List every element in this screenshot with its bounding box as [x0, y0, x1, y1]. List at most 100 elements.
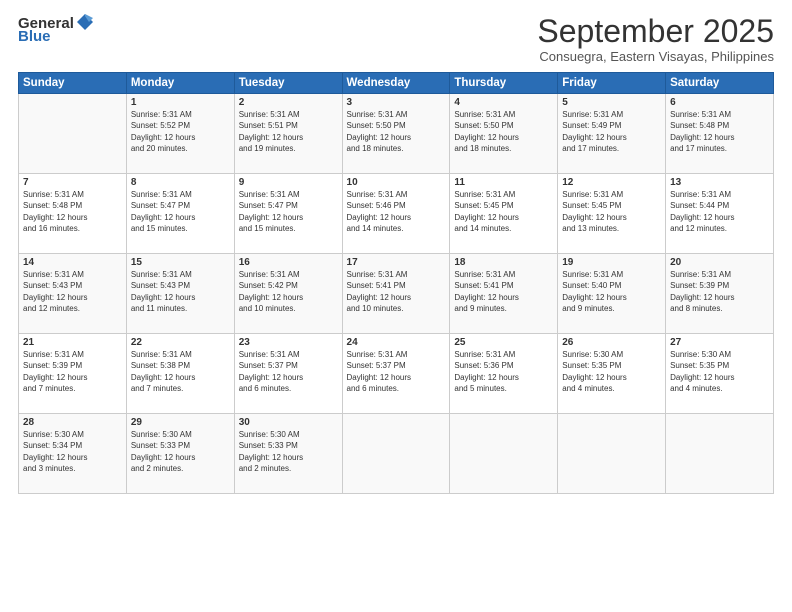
- calendar-cell: 5Sunrise: 5:31 AM Sunset: 5:49 PM Daylig…: [558, 94, 666, 174]
- cell-info: Sunrise: 5:31 AM Sunset: 5:50 PM Dayligh…: [454, 109, 553, 154]
- day-number: 25: [454, 337, 553, 348]
- header: General Blue September 2025 Consuegra, E…: [18, 14, 774, 64]
- day-number: 28: [23, 417, 122, 428]
- week-row-3: 14Sunrise: 5:31 AM Sunset: 5:43 PM Dayli…: [19, 254, 774, 334]
- day-header-wednesday: Wednesday: [342, 73, 450, 94]
- day-number: 1: [131, 97, 230, 108]
- calendar-cell: 30Sunrise: 5:30 AM Sunset: 5:33 PM Dayli…: [234, 414, 342, 494]
- cell-info: Sunrise: 5:31 AM Sunset: 5:44 PM Dayligh…: [670, 189, 769, 234]
- day-number: 11: [454, 177, 553, 188]
- day-header-sunday: Sunday: [19, 73, 127, 94]
- day-number: 30: [239, 417, 338, 428]
- subtitle: Consuegra, Eastern Visayas, Philippines: [537, 49, 774, 64]
- calendar-cell: [450, 414, 558, 494]
- calendar-cell: 9Sunrise: 5:31 AM Sunset: 5:47 PM Daylig…: [234, 174, 342, 254]
- day-number: 5: [562, 97, 661, 108]
- day-header-thursday: Thursday: [450, 73, 558, 94]
- calendar-cell: 14Sunrise: 5:31 AM Sunset: 5:43 PM Dayli…: [19, 254, 127, 334]
- calendar-cell: 28Sunrise: 5:30 AM Sunset: 5:34 PM Dayli…: [19, 414, 127, 494]
- day-number: 3: [347, 97, 446, 108]
- day-header-monday: Monday: [126, 73, 234, 94]
- cell-info: Sunrise: 5:30 AM Sunset: 5:35 PM Dayligh…: [562, 349, 661, 394]
- calendar-cell: 18Sunrise: 5:31 AM Sunset: 5:41 PM Dayli…: [450, 254, 558, 334]
- cell-info: Sunrise: 5:31 AM Sunset: 5:50 PM Dayligh…: [347, 109, 446, 154]
- calendar-cell: 25Sunrise: 5:31 AM Sunset: 5:36 PM Dayli…: [450, 334, 558, 414]
- calendar-cell: 21Sunrise: 5:31 AM Sunset: 5:39 PM Dayli…: [19, 334, 127, 414]
- day-header-friday: Friday: [558, 73, 666, 94]
- calendar-cell: 29Sunrise: 5:30 AM Sunset: 5:33 PM Dayli…: [126, 414, 234, 494]
- calendar-cell: 22Sunrise: 5:31 AM Sunset: 5:38 PM Dayli…: [126, 334, 234, 414]
- day-number: 27: [670, 337, 769, 348]
- calendar-cell: 10Sunrise: 5:31 AM Sunset: 5:46 PM Dayli…: [342, 174, 450, 254]
- cell-info: Sunrise: 5:31 AM Sunset: 5:48 PM Dayligh…: [670, 109, 769, 154]
- day-number: 13: [670, 177, 769, 188]
- day-number: 4: [454, 97, 553, 108]
- day-number: 20: [670, 257, 769, 268]
- day-number: 15: [131, 257, 230, 268]
- page: General Blue September 2025 Consuegra, E…: [0, 0, 792, 612]
- cell-info: Sunrise: 5:31 AM Sunset: 5:52 PM Dayligh…: [131, 109, 230, 154]
- calendar-cell: [342, 414, 450, 494]
- cell-info: Sunrise: 5:31 AM Sunset: 5:41 PM Dayligh…: [347, 269, 446, 314]
- logo-icon: [75, 12, 95, 32]
- cell-info: Sunrise: 5:31 AM Sunset: 5:51 PM Dayligh…: [239, 109, 338, 154]
- cell-info: Sunrise: 5:31 AM Sunset: 5:39 PM Dayligh…: [670, 269, 769, 314]
- cell-info: Sunrise: 5:31 AM Sunset: 5:36 PM Dayligh…: [454, 349, 553, 394]
- day-number: 18: [454, 257, 553, 268]
- week-row-5: 28Sunrise: 5:30 AM Sunset: 5:34 PM Dayli…: [19, 414, 774, 494]
- calendar-cell: 20Sunrise: 5:31 AM Sunset: 5:39 PM Dayli…: [666, 254, 774, 334]
- cell-info: Sunrise: 5:31 AM Sunset: 5:47 PM Dayligh…: [131, 189, 230, 234]
- cell-info: Sunrise: 5:31 AM Sunset: 5:49 PM Dayligh…: [562, 109, 661, 154]
- month-title: September 2025: [537, 14, 774, 49]
- week-row-1: 1Sunrise: 5:31 AM Sunset: 5:52 PM Daylig…: [19, 94, 774, 174]
- week-row-4: 21Sunrise: 5:31 AM Sunset: 5:39 PM Dayli…: [19, 334, 774, 414]
- title-area: September 2025 Consuegra, Eastern Visaya…: [537, 14, 774, 64]
- cell-info: Sunrise: 5:31 AM Sunset: 5:47 PM Dayligh…: [239, 189, 338, 234]
- cell-info: Sunrise: 5:31 AM Sunset: 5:45 PM Dayligh…: [562, 189, 661, 234]
- header-row: SundayMondayTuesdayWednesdayThursdayFrid…: [19, 73, 774, 94]
- calendar-cell: 16Sunrise: 5:31 AM Sunset: 5:42 PM Dayli…: [234, 254, 342, 334]
- calendar-cell: 15Sunrise: 5:31 AM Sunset: 5:43 PM Dayli…: [126, 254, 234, 334]
- week-row-2: 7Sunrise: 5:31 AM Sunset: 5:48 PM Daylig…: [19, 174, 774, 254]
- cell-info: Sunrise: 5:31 AM Sunset: 5:41 PM Dayligh…: [454, 269, 553, 314]
- calendar-cell: [666, 414, 774, 494]
- day-number: 29: [131, 417, 230, 428]
- calendar-cell: 11Sunrise: 5:31 AM Sunset: 5:45 PM Dayli…: [450, 174, 558, 254]
- cell-info: Sunrise: 5:31 AM Sunset: 5:43 PM Dayligh…: [23, 269, 122, 314]
- calendar-cell: 8Sunrise: 5:31 AM Sunset: 5:47 PM Daylig…: [126, 174, 234, 254]
- cell-info: Sunrise: 5:31 AM Sunset: 5:38 PM Dayligh…: [131, 349, 230, 394]
- cell-info: Sunrise: 5:31 AM Sunset: 5:40 PM Dayligh…: [562, 269, 661, 314]
- calendar-cell: 26Sunrise: 5:30 AM Sunset: 5:35 PM Dayli…: [558, 334, 666, 414]
- cell-info: Sunrise: 5:31 AM Sunset: 5:37 PM Dayligh…: [239, 349, 338, 394]
- day-number: 7: [23, 177, 122, 188]
- calendar-cell: [558, 414, 666, 494]
- cell-info: Sunrise: 5:31 AM Sunset: 5:39 PM Dayligh…: [23, 349, 122, 394]
- calendar-cell: 13Sunrise: 5:31 AM Sunset: 5:44 PM Dayli…: [666, 174, 774, 254]
- cell-info: Sunrise: 5:31 AM Sunset: 5:42 PM Dayligh…: [239, 269, 338, 314]
- cell-info: Sunrise: 5:31 AM Sunset: 5:48 PM Dayligh…: [23, 189, 122, 234]
- cell-info: Sunrise: 5:31 AM Sunset: 5:45 PM Dayligh…: [454, 189, 553, 234]
- calendar-cell: [19, 94, 127, 174]
- day-number: 12: [562, 177, 661, 188]
- calendar-cell: 24Sunrise: 5:31 AM Sunset: 5:37 PM Dayli…: [342, 334, 450, 414]
- cell-info: Sunrise: 5:31 AM Sunset: 5:37 PM Dayligh…: [347, 349, 446, 394]
- cell-info: Sunrise: 5:30 AM Sunset: 5:33 PM Dayligh…: [131, 429, 230, 474]
- calendar-cell: 7Sunrise: 5:31 AM Sunset: 5:48 PM Daylig…: [19, 174, 127, 254]
- day-header-tuesday: Tuesday: [234, 73, 342, 94]
- day-number: 8: [131, 177, 230, 188]
- cell-info: Sunrise: 5:31 AM Sunset: 5:46 PM Dayligh…: [347, 189, 446, 234]
- calendar-cell: 2Sunrise: 5:31 AM Sunset: 5:51 PM Daylig…: [234, 94, 342, 174]
- calendar-cell: 6Sunrise: 5:31 AM Sunset: 5:48 PM Daylig…: [666, 94, 774, 174]
- logo: General Blue: [18, 14, 95, 45]
- day-number: 16: [239, 257, 338, 268]
- calendar-cell: 3Sunrise: 5:31 AM Sunset: 5:50 PM Daylig…: [342, 94, 450, 174]
- cell-info: Sunrise: 5:31 AM Sunset: 5:43 PM Dayligh…: [131, 269, 230, 314]
- day-number: 2: [239, 97, 338, 108]
- day-number: 17: [347, 257, 446, 268]
- calendar-cell: 27Sunrise: 5:30 AM Sunset: 5:35 PM Dayli…: [666, 334, 774, 414]
- day-number: 22: [131, 337, 230, 348]
- calendar-cell: 1Sunrise: 5:31 AM Sunset: 5:52 PM Daylig…: [126, 94, 234, 174]
- calendar-cell: 19Sunrise: 5:31 AM Sunset: 5:40 PM Dayli…: [558, 254, 666, 334]
- day-number: 9: [239, 177, 338, 188]
- cell-info: Sunrise: 5:30 AM Sunset: 5:35 PM Dayligh…: [670, 349, 769, 394]
